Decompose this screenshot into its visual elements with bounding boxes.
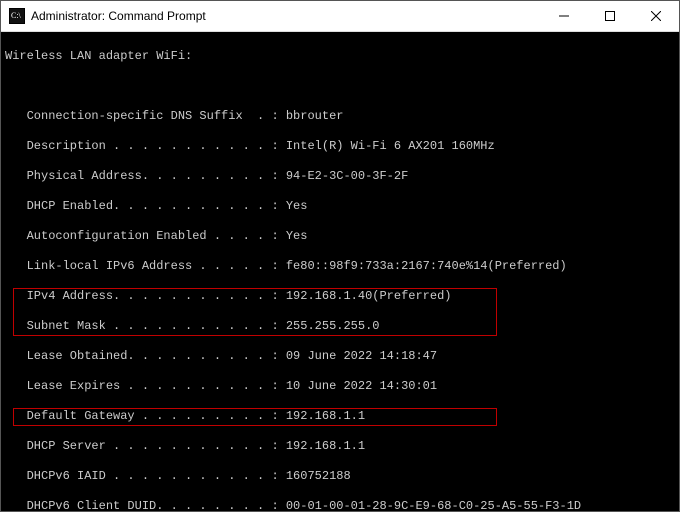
row-default-gateway: Default Gateway . . . . . . . . . : 192.… [5, 409, 675, 424]
titlebar[interactable]: C:\ Administrator: Command Prompt [1, 1, 679, 32]
row-subnet-mask: Subnet Mask . . . . . . . . . . . : 255.… [5, 319, 675, 334]
terminal-output[interactable]: Wireless LAN adapter WiFi: Connection-sp… [1, 32, 679, 511]
row-description: Description . . . . . . . . . . . : Inte… [5, 139, 675, 154]
row-lease-obtained: Lease Obtained. . . . . . . . . . : 09 J… [5, 349, 675, 364]
row-link-local-ipv6: Link-local IPv6 Address . . . . . : fe80… [5, 259, 675, 274]
blank-line [5, 79, 675, 94]
row-lease-expires: Lease Expires . . . . . . . . . . : 10 J… [5, 379, 675, 394]
window-title: Administrator: Command Prompt [31, 9, 541, 23]
window-controls [541, 1, 679, 31]
section-header: Wireless LAN adapter WiFi: [5, 49, 675, 64]
svg-text:C:\: C:\ [11, 11, 22, 20]
row-dns-suffix: Connection-specific DNS Suffix . : bbrou… [5, 109, 675, 124]
row-physical-address: Physical Address. . . . . . . . . : 94-E… [5, 169, 675, 184]
close-button[interactable] [633, 1, 679, 31]
minimize-button[interactable] [541, 1, 587, 31]
row-autoconf-enabled: Autoconfiguration Enabled . . . . : Yes [5, 229, 675, 244]
row-dhcp-enabled: DHCP Enabled. . . . . . . . . . . : Yes [5, 199, 675, 214]
window: C:\ Administrator: Command Prompt Wirele… [0, 0, 680, 512]
cmd-icon: C:\ [9, 8, 25, 24]
maximize-button[interactable] [587, 1, 633, 31]
row-dhcpv6-iaid: DHCPv6 IAID . . . . . . . . . . . : 1607… [5, 469, 675, 484]
row-dhcp-server: DHCP Server . . . . . . . . . . . : 192.… [5, 439, 675, 454]
row-dhcpv6-duid: DHCPv6 Client DUID. . . . . . . . : 00-0… [5, 499, 675, 511]
row-ipv4-address: IPv4 Address. . . . . . . . . . . : 192.… [5, 289, 675, 304]
